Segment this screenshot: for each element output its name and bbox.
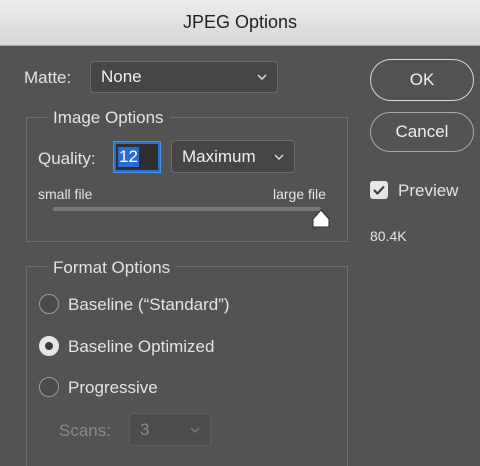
chevron-down-icon (272, 150, 286, 164)
large-file-label: large file (273, 186, 326, 202)
scans-dropdown[interactable]: 3 (129, 413, 211, 446)
jpeg-options-dialog: JPEG Options Matte: None Image Options Q… (0, 0, 480, 466)
quality-input[interactable]: 12 (114, 142, 160, 172)
quality-slider-track[interactable] (53, 207, 321, 211)
matte-label: Matte: (24, 68, 72, 87)
baseline-optimized-radio[interactable] (39, 336, 59, 356)
quality-preset-dropdown[interactable]: Maximum (171, 140, 295, 173)
progressive-radio[interactable] (39, 377, 59, 397)
small-file-label: small file (38, 186, 93, 202)
progressive-label: Progressive (68, 378, 158, 397)
baseline-standard-radio[interactable] (39, 294, 59, 314)
cancel-button[interactable]: Cancel (370, 112, 474, 152)
file-size-readout: 80.4K (370, 228, 407, 244)
quality-value: 12 (118, 147, 139, 167)
scans-value: 3 (140, 419, 150, 439)
quality-slider-thumb[interactable] (311, 209, 331, 229)
chevron-down-icon (255, 70, 269, 84)
preview-checkbox[interactable] (370, 181, 388, 199)
chevron-down-icon (188, 423, 202, 437)
format-options-title: Format Options (47, 258, 177, 278)
scans-label: Scans: (59, 421, 111, 440)
ok-button[interactable]: OK (370, 59, 474, 101)
title-bar: JPEG Options (0, 0, 480, 46)
matte-value: None (101, 67, 142, 86)
checkmark-icon (373, 185, 385, 195)
baseline-optimized-label: Baseline Optimized (68, 337, 215, 356)
image-options-group (26, 117, 348, 242)
matte-dropdown[interactable]: None (90, 61, 278, 93)
window-title: JPEG Options (182, 12, 298, 32)
image-options-title: Image Options (47, 108, 170, 128)
baseline-standard-label: Baseline (“Standard”) (68, 295, 230, 314)
quality-preset-value: Maximum (182, 146, 256, 166)
preview-label: Preview (398, 181, 459, 200)
quality-label: Quality: (38, 149, 96, 168)
